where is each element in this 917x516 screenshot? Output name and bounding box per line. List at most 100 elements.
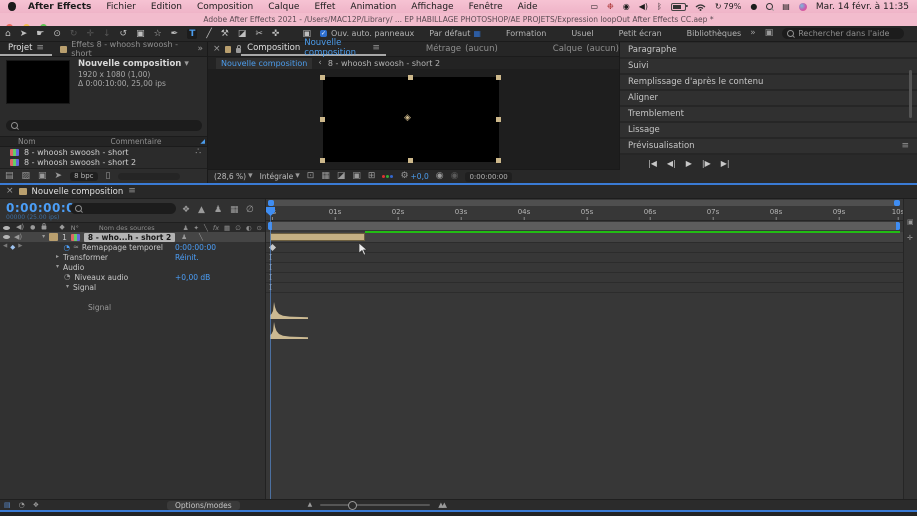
panel-aligner[interactable]: Aligner [620,91,917,107]
work-area-end-handle[interactable] [896,222,900,230]
expander-icon[interactable]: ▾ [56,264,59,270]
battery-icon[interactable] [671,3,686,11]
more-tabs-icon[interactable]: » [197,45,203,54]
viewer-tab-active[interactable]: Nouvelle composition [216,58,312,69]
column-commentaire[interactable]: Commentaire [111,137,162,146]
interpret-footage-icon[interactable]: ▤ [5,172,14,181]
property-group-audio[interactable]: ▾ Audio [0,262,265,272]
current-time-indicator-line[interactable] [270,207,271,507]
shy-layers-icon[interactable]: ♟ [214,206,222,215]
expander-icon[interactable]: ▾ [66,284,69,290]
screen-mirroring-icon[interactable]: ▭ [590,2,598,11]
brush-tool-icon[interactable]: ╱ [206,29,211,39]
comp-marker-bin-icon[interactable]: ▣ [907,219,914,226]
orbit-camera-tool-icon[interactable]: ↻ [70,29,78,39]
handle-bottom-center[interactable] [408,158,413,163]
panel-tremblement[interactable]: Tremblement [620,107,917,123]
lock-icon[interactable] [236,48,241,53]
exposure-control[interactable]: ⚙ +0,0 [400,172,428,181]
viewer-viewport[interactable]: ◈ [208,69,619,169]
project-search-input[interactable] [6,120,202,131]
shy-switch-icon[interactable]: ♟ [183,224,189,232]
menu-edition[interactable]: Edition [151,2,182,12]
expand-transfer-pane-icon[interactable]: ❖ [33,502,39,509]
property-value[interactable]: +0,00 dB [175,273,210,282]
new-folder-icon[interactable]: ▨ [22,172,31,181]
property-value[interactable]: Réinit. [175,253,199,262]
handle-mid-right[interactable] [496,117,501,122]
layer-duration-bar[interactable] [270,233,365,241]
rotation-tool-icon[interactable]: ↺ [120,29,128,39]
workspace-formation[interactable]: Formation [506,29,546,38]
draft-3d-icon[interactable]: ▲ [198,206,205,215]
viewer-tab-inactive[interactable]: 8 - whoosh swoosh - short 2 [328,59,440,68]
spotlight-icon[interactable] [766,3,773,10]
zoom-out-mountain-icon[interactable]: ▲ [308,502,313,508]
rotobrush-tool-icon[interactable]: ✂ [255,29,263,39]
property-label[interactable]: Audio [63,263,84,272]
property-row-transform[interactable]: ▸ Transformer Réinit. [0,252,265,262]
quality-switch-icon[interactable]: ╲ [204,224,208,232]
menubar-clock[interactable]: Mar. 14 févr. à 11:35 [816,2,909,12]
panel-menu-icon[interactable]: ≡ [36,44,44,53]
text-tool-icon[interactable]: T [187,29,197,39]
property-row-audio-levels[interactable]: ◔ Niveaux audio +0,00 dB [0,272,265,282]
first-frame-button[interactable]: |◀ [648,159,657,168]
3d-switch-icon[interactable]: ⊙ [257,224,262,232]
time-ruler[interactable]: 0s 01s 02s 03s 04s 05s 06s 07s 08s 09s 1… [266,207,904,221]
volume-icon[interactable]: ◀) [639,2,648,11]
wifi-icon[interactable] [695,3,706,11]
navigator-start-handle[interactable] [268,200,274,206]
last-frame-button[interactable]: ▶| [721,159,730,168]
layer-audio-icon[interactable]: ◀) [14,234,22,241]
zoom-slider-knob[interactable] [348,501,357,510]
pixel-aspect-icon[interactable]: ⊞ [368,172,376,181]
resolution-select[interactable]: Intégrale▾ [260,172,300,181]
expand-render-pane-icon[interactable]: ◔ [19,502,25,509]
close-panel-icon[interactable]: × [6,187,14,196]
property-label[interactable]: Signal [73,283,96,292]
viewer-timecode[interactable]: 0:00:00:00 [465,172,511,182]
column-nom[interactable]: Nom [18,137,36,146]
new-composition-icon[interactable]: ▣ [38,172,47,181]
tab-metrage[interactable]: Métrage (aucun) [426,44,498,54]
zoom-tool-icon[interactable]: ⊙ [53,29,61,39]
expander-icon[interactable]: ▸ [56,254,59,260]
tab-projet[interactable]: Projet ≡ [0,42,52,56]
pan-camera-tool-icon[interactable]: ✛ [86,29,94,39]
handle-bottom-right[interactable] [496,158,501,163]
trash-icon[interactable]: ▯ [106,172,111,181]
siri-icon[interactable] [799,3,807,11]
property-row-time-remap[interactable]: ◀ ◆ ▶ ◔ ≈ Remappage temporel 0:00:00:00 [0,242,265,252]
sync-status[interactable]: ↻79% [715,2,741,11]
menu-app-name[interactable]: After Effects [28,2,91,12]
layer-expander-icon[interactable]: ▾ [42,234,45,240]
tab-composition[interactable]: Composition Nouvelle composition ≡ [241,42,386,56]
frame-blend-switch-icon[interactable]: ▦ [224,224,230,232]
help-search-input[interactable]: Rechercher dans l'aide [782,28,904,39]
play-button[interactable]: ▶ [686,159,692,168]
menu-affichage[interactable]: Affichage [411,2,453,12]
zoom-in-mountain-icon[interactable]: ▲▲ [438,502,445,509]
project-item-row[interactable]: 8 - whoosh swoosh - short ∴ [0,147,207,157]
control-center-icon[interactable]: ▤ [782,2,790,11]
frame-blending-icon[interactable]: ▦ [230,206,239,215]
puppet-tool-icon[interactable]: ✜ [272,29,280,39]
previous-frame-button[interactable]: ◀| [667,159,676,168]
layer-shy-icon[interactable]: ♟ [181,234,187,241]
panel-toggle-icon[interactable]: ▣ [302,29,311,39]
column-sources[interactable]: Nom des sources [99,224,155,232]
motion-blur-icon[interactable]: ∅ [246,206,254,215]
sidebar-scrollbar[interactable] [909,70,912,118]
panel-paragraphe[interactable]: Paragraphe [620,43,917,59]
handle-top-right[interactable] [496,75,501,80]
motion-blur-switch-icon[interactable]: ∅ [235,224,241,232]
timeline-search-input[interactable] [70,203,176,214]
property-group-signal[interactable]: ▾ Signal [0,282,265,292]
panel-remplissage[interactable]: Remplissage d'après le contenu [620,75,917,91]
adjustment-switch-icon[interactable]: ◐ [246,224,252,232]
layer-row[interactable]: ◀) ▾ 1 8 - who...h - short 2 ♟ ╲ [0,232,268,242]
mask-visibility-icon[interactable]: ◪ [337,172,346,181]
expand-in-out-pane-icon[interactable]: ▤ [4,502,11,509]
menu-effet[interactable]: Effet [314,2,335,12]
